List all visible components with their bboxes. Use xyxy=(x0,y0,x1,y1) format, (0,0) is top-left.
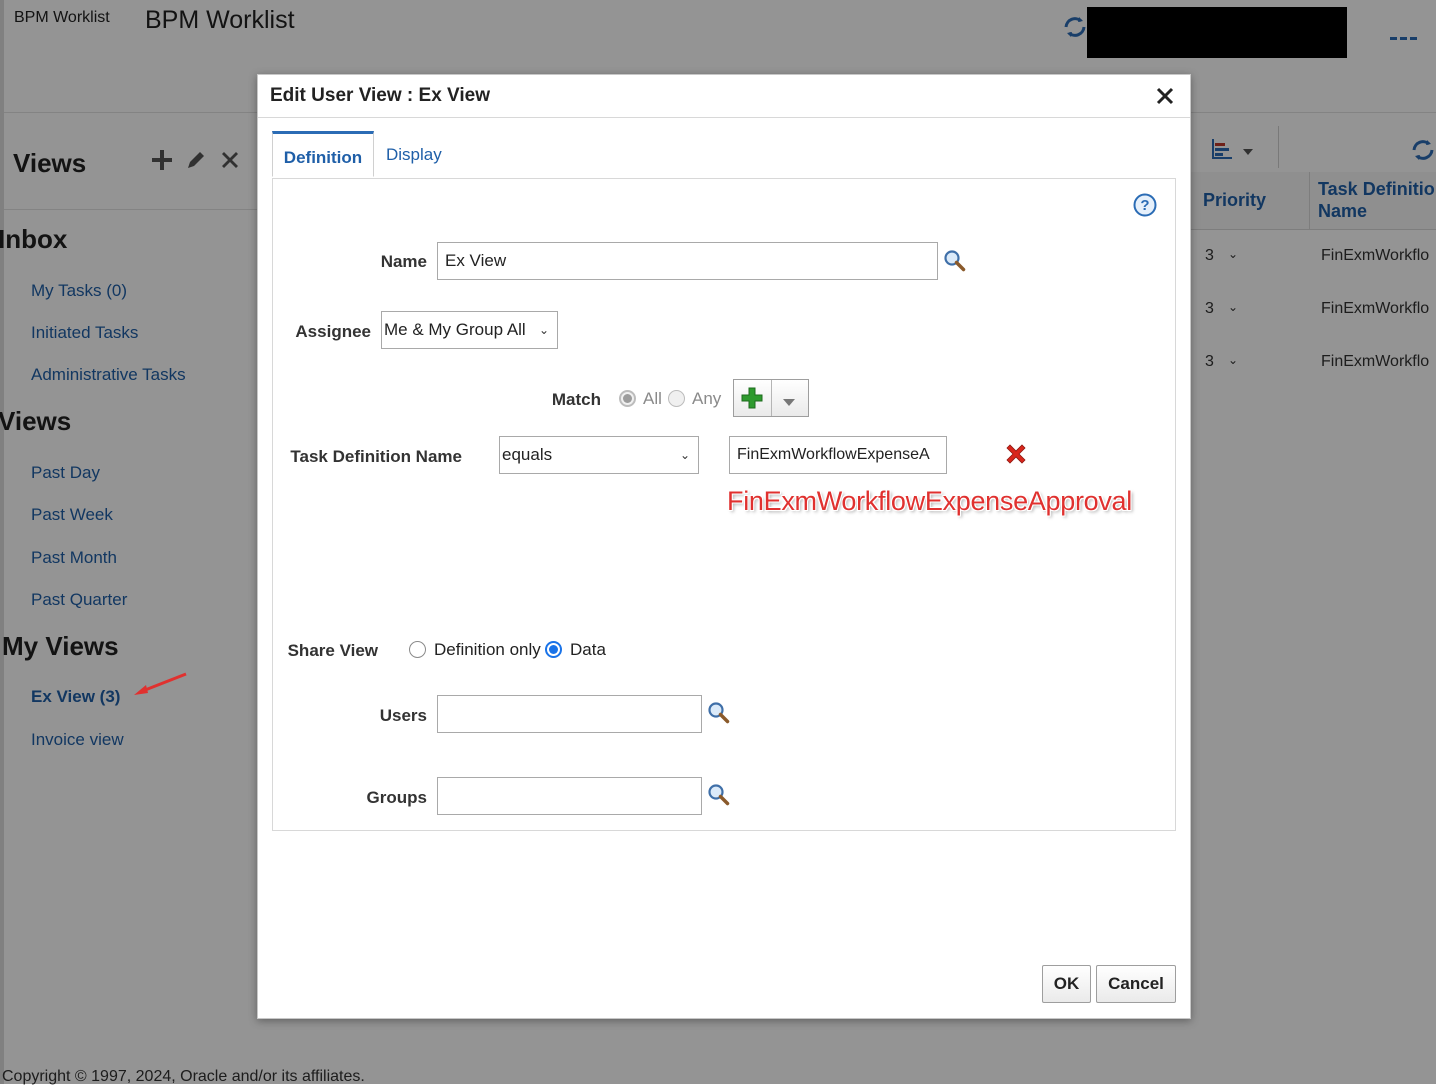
condition-operator-select[interactable]: equals ⌄ xyxy=(499,436,699,474)
share-definition-only-radio[interactable] xyxy=(409,641,426,658)
definition-panel: ? Name Ex View Assignee Me & My Group Al… xyxy=(272,178,1176,831)
users-input[interactable] xyxy=(437,695,702,733)
tab-display[interactable]: Display xyxy=(386,131,466,177)
share-definition-only-label: Definition only xyxy=(434,640,541,659)
groups-label: Groups xyxy=(366,788,427,807)
match-any-radio[interactable] xyxy=(668,390,685,407)
match-label: Match xyxy=(551,390,601,409)
tab-definition-label: Definition xyxy=(283,148,363,167)
condition-field-label: Task Definition Name xyxy=(290,447,462,466)
tab-definition[interactable]: Definition xyxy=(272,131,374,177)
annotation-arrow xyxy=(130,670,190,700)
match-all-radio[interactable] xyxy=(619,390,636,407)
condition-value-input[interactable]: FinExmWorkflowExpenseA xyxy=(729,436,947,474)
name-label: Name xyxy=(380,252,427,271)
name-input[interactable]: Ex View xyxy=(437,242,938,280)
chevron-down-icon: ⌄ xyxy=(679,448,690,462)
groups-input[interactable] xyxy=(437,777,702,815)
match-any-label: Any xyxy=(692,389,722,408)
add-condition-button[interactable] xyxy=(733,379,809,417)
users-label: Users xyxy=(379,706,427,725)
remove-condition-icon[interactable] xyxy=(1005,443,1027,465)
button-split-divider xyxy=(771,380,772,416)
dialog-title: Edit User View : Ex View xyxy=(270,85,491,106)
edit-user-view-dialog: Edit User View : Ex View Definition Disp… xyxy=(257,74,1191,1019)
cancel-button[interactable]: Cancel xyxy=(1096,965,1176,1003)
assignee-select[interactable]: Me & My Group All ⌄ xyxy=(381,311,558,349)
dialog-header: Edit User View : Ex View xyxy=(258,75,1190,118)
ok-button[interactable]: OK xyxy=(1042,965,1091,1003)
assignee-label: Assignee xyxy=(295,322,371,341)
assignee-value: Me & My Group All xyxy=(384,320,526,339)
groups-search-icon[interactable] xyxy=(707,783,731,807)
tab-display-label: Display xyxy=(386,145,442,164)
annotation-text: FinExmWorkflowExpenseApproval xyxy=(727,486,1132,516)
users-search-icon[interactable] xyxy=(707,701,731,725)
match-all-label: All xyxy=(643,389,662,408)
name-search-icon[interactable] xyxy=(943,249,967,273)
condition-operator-value: equals xyxy=(502,445,553,464)
add-icon xyxy=(740,386,764,410)
help-icon[interactable]: ? xyxy=(1133,193,1157,217)
share-view-label: Share View xyxy=(287,641,378,660)
svg-text:?: ? xyxy=(1140,197,1149,214)
share-data-label: Data xyxy=(570,640,606,659)
close-icon[interactable] xyxy=(1156,87,1174,105)
dropdown-arrow-icon[interactable] xyxy=(782,394,796,406)
chevron-down-icon: ⌄ xyxy=(538,323,549,337)
share-data-radio[interactable] xyxy=(545,641,562,658)
